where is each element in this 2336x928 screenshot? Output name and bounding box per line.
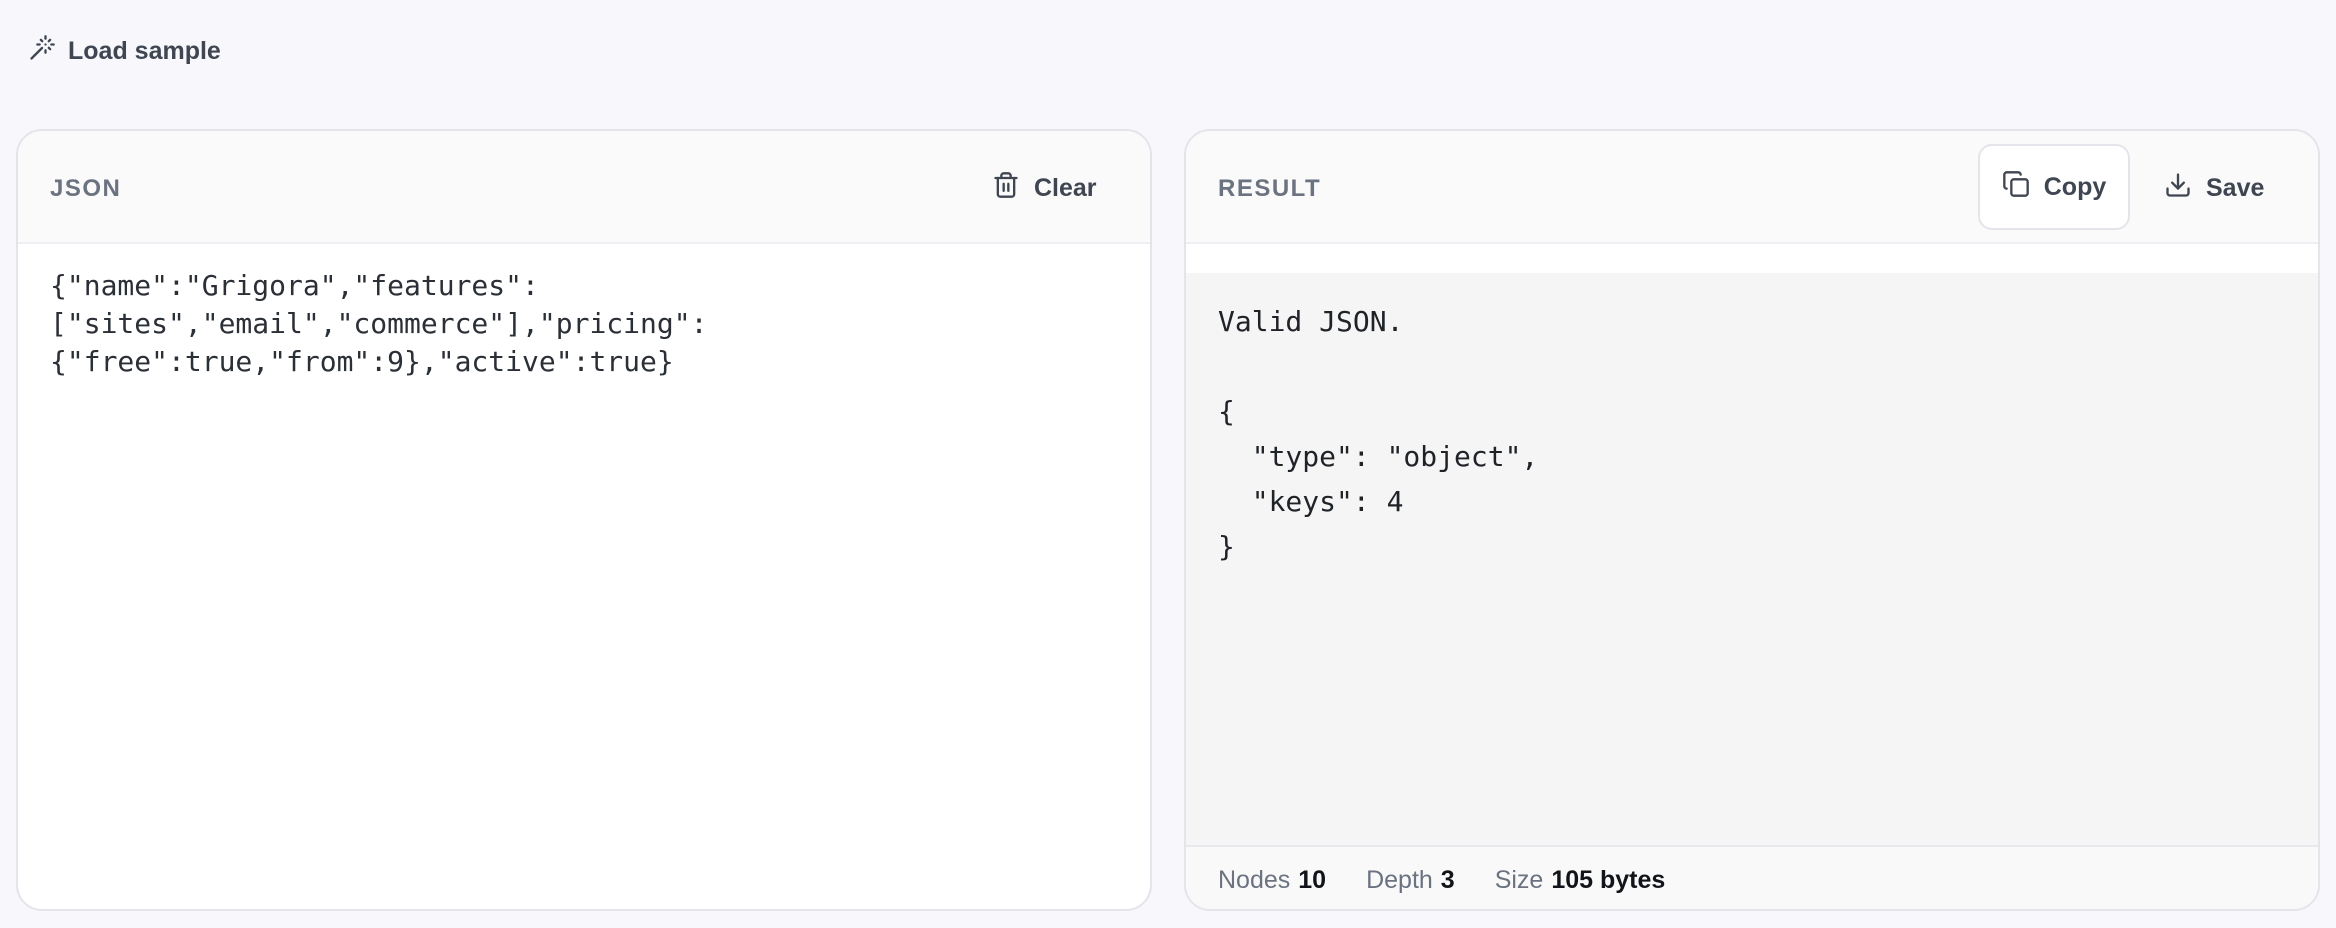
save-label: Save bbox=[2206, 174, 2265, 202]
stat-size-value: 105 bytes bbox=[1551, 865, 1666, 894]
result-output-text: Valid JSON. { "type": "object", "keys": … bbox=[1218, 305, 1539, 563]
copy-icon bbox=[2002, 170, 2030, 205]
stat-nodes-value: 10 bbox=[1298, 865, 1327, 894]
copy-label: Copy bbox=[2043, 172, 2107, 201]
stat-depth-value: 3 bbox=[1440, 865, 1455, 894]
stat-nodes-label: Nodes bbox=[1218, 865, 1291, 894]
clear-label: Clear bbox=[1034, 174, 1097, 202]
stats-bar: Nodes 10 Depth 3 Size 105 bytes bbox=[1186, 845, 2318, 909]
result-panel-header: RESULT Copy Save bbox=[1186, 131, 2318, 244]
clear-button[interactable]: Clear bbox=[992, 171, 1097, 206]
download-icon bbox=[2164, 171, 2192, 206]
save-button[interactable]: Save bbox=[2164, 171, 2264, 206]
trash-icon bbox=[992, 171, 1020, 206]
result-output-area: Valid JSON. { "type": "object", "keys": … bbox=[1186, 273, 2318, 845]
json-panel-title: JSON bbox=[50, 175, 122, 202]
json-panel-header: JSON Clear bbox=[18, 131, 1150, 244]
stat-depth: Depth 3 bbox=[1366, 866, 1455, 895]
stat-size-label: Size bbox=[1494, 865, 1544, 894]
result-panel: RESULT Copy Save Valid JSON. { "type": "… bbox=[1184, 129, 2320, 911]
json-input-panel: JSON Clear bbox=[16, 129, 1152, 911]
copy-button[interactable]: Copy bbox=[1978, 144, 2130, 230]
load-sample-label: Load sample bbox=[68, 37, 221, 65]
magic-wand-icon bbox=[28, 34, 56, 69]
stat-nodes: Nodes 10 bbox=[1218, 866, 1326, 895]
stat-depth-label: Depth bbox=[1366, 865, 1433, 894]
stat-size: Size 105 bytes bbox=[1495, 866, 1666, 895]
result-panel-title: RESULT bbox=[1218, 175, 1322, 202]
load-sample-button[interactable]: Load sample bbox=[28, 34, 221, 69]
json-input-editor[interactable] bbox=[50, 267, 1120, 867]
